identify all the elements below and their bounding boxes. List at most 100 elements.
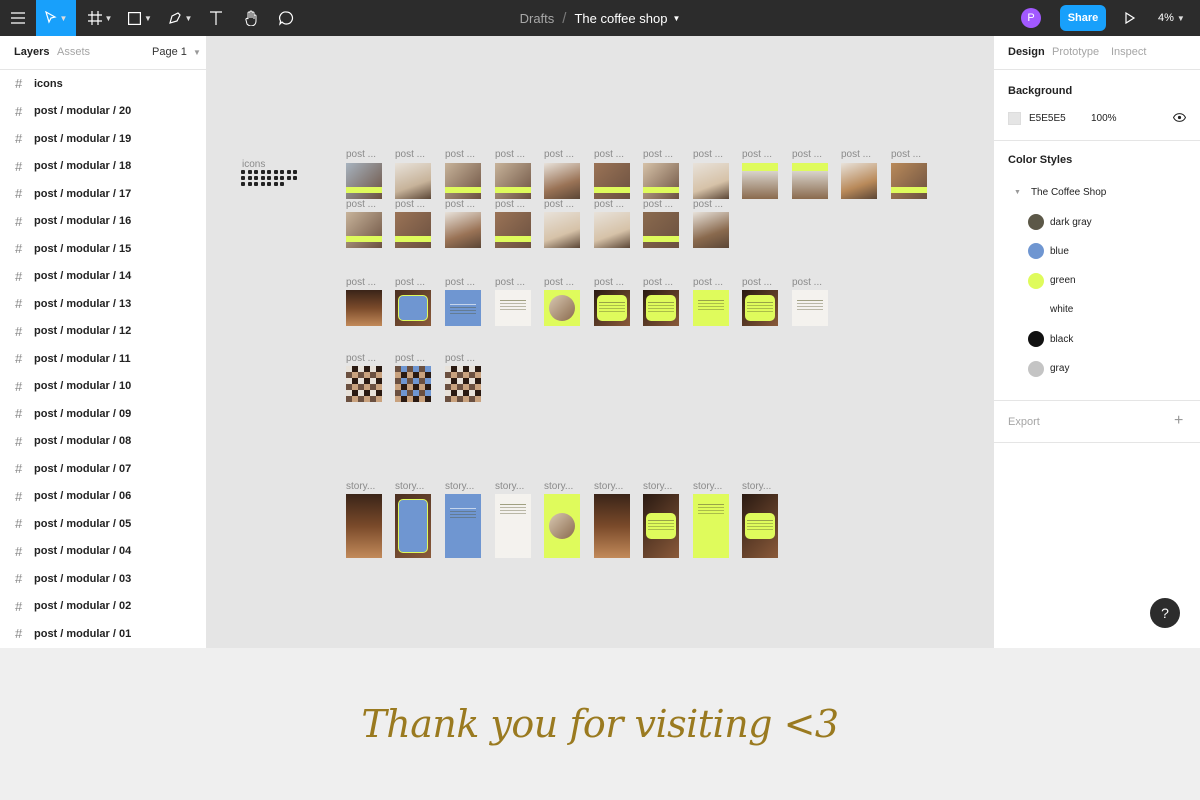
frame-label[interactable]: post ...: [346, 199, 376, 210]
frame-label[interactable]: post ...: [742, 277, 772, 288]
layer-item[interactable]: # post / modular / 09: [0, 400, 206, 428]
color-style-item[interactable]: gray: [1028, 360, 1069, 377]
frame-thumbnail[interactable]: [544, 212, 580, 248]
tab-design[interactable]: Design: [1008, 46, 1045, 58]
frame-thumbnail[interactable]: [693, 290, 729, 326]
frame-thumbnail[interactable]: [445, 494, 481, 558]
avatar[interactable]: P: [1021, 8, 1041, 28]
layer-item[interactable]: # post / modular / 12: [0, 318, 206, 346]
frame-label[interactable]: post ...: [594, 277, 624, 288]
frame-label[interactable]: post ...: [495, 277, 525, 288]
frame-label[interactable]: story...: [594, 481, 623, 492]
frame-tool-button[interactable]: ▼: [84, 0, 116, 36]
breadcrumb-drafts[interactable]: Drafts: [520, 11, 555, 26]
frame-label[interactable]: post ...: [841, 149, 871, 160]
frame-thumbnail[interactable]: [693, 494, 729, 558]
frame-thumbnail[interactable]: [643, 163, 679, 199]
frame-thumbnail[interactable]: [643, 212, 679, 248]
layer-item[interactable]: # post / modular / 19: [0, 125, 206, 153]
frame-thumbnail[interactable]: [594, 290, 630, 326]
frame-label[interactable]: post ...: [693, 199, 723, 210]
frame-label[interactable]: post ...: [742, 149, 772, 160]
layer-item[interactable]: # post / modular / 03: [0, 565, 206, 593]
layer-item[interactable]: # post / modular / 04: [0, 538, 206, 566]
frame-label[interactable]: post ...: [495, 149, 525, 160]
frame-label[interactable]: post ...: [495, 199, 525, 210]
background-swatch[interactable]: [1008, 112, 1021, 125]
frame-thumbnail[interactable]: [445, 212, 481, 248]
frame-thumbnail[interactable]: [544, 494, 580, 558]
frame-thumbnail[interactable]: [792, 290, 828, 326]
frame-label[interactable]: story...: [346, 481, 375, 492]
frame-label[interactable]: post ...: [891, 149, 921, 160]
frame-label[interactable]: story...: [643, 481, 672, 492]
frame-label[interactable]: post ...: [594, 199, 624, 210]
page-selector[interactable]: Page 1 ▼: [152, 46, 201, 58]
layer-item[interactable]: # post / modular / 05: [0, 510, 206, 538]
frame-label[interactable]: post ...: [395, 149, 425, 160]
shape-tool-button[interactable]: ▼: [124, 0, 156, 36]
layer-item[interactable]: # post / modular / 15: [0, 235, 206, 263]
frame-thumbnail[interactable]: [594, 163, 630, 199]
frame-thumbnail[interactable]: [643, 494, 679, 558]
frame-thumbnail[interactable]: [445, 366, 481, 402]
frame-label[interactable]: story...: [445, 481, 474, 492]
frame-thumbnail[interactable]: [693, 163, 729, 199]
eye-icon[interactable]: [1173, 113, 1186, 122]
frame-thumbnail[interactable]: [395, 366, 431, 402]
tab-layers[interactable]: Layers: [14, 46, 49, 58]
layer-item[interactable]: # post / modular / 18: [0, 153, 206, 181]
frame-thumbnail[interactable]: [544, 163, 580, 199]
frame-label[interactable]: post ...: [693, 149, 723, 160]
frame-label[interactable]: post ...: [445, 199, 475, 210]
chevron-down-icon[interactable]: ▼: [672, 14, 680, 23]
frame-thumbnail[interactable]: [841, 163, 877, 199]
layer-item[interactable]: # post / modular / 14: [0, 263, 206, 291]
frame-label[interactable]: post ...: [346, 353, 376, 364]
hand-tool-button[interactable]: [238, 0, 264, 36]
frame-label[interactable]: post ...: [643, 277, 673, 288]
frame-thumbnail[interactable]: [445, 290, 481, 326]
frame-label[interactable]: post ...: [346, 277, 376, 288]
color-style-item[interactable]: dark gray: [1028, 214, 1092, 230]
main-menu-button[interactable]: [0, 0, 36, 36]
tab-inspect[interactable]: Inspect: [1111, 46, 1146, 58]
frame-thumbnail[interactable]: [891, 163, 927, 199]
file-name[interactable]: The coffee shop: [574, 11, 667, 26]
move-tool-button[interactable]: ▼: [36, 0, 76, 36]
frame-label[interactable]: post ...: [792, 149, 822, 160]
layer-item[interactable]: # post / modular / 07: [0, 455, 206, 483]
frame-thumbnail[interactable]: [792, 163, 828, 199]
frame-thumbnail[interactable]: [643, 290, 679, 326]
color-style-item[interactable]: black: [1028, 331, 1073, 348]
canvas[interactable]: icons post ... post ... post ... post ... po…: [207, 36, 993, 648]
layer-item[interactable]: # post / modular / 06: [0, 483, 206, 511]
frame-label[interactable]: post ...: [544, 277, 574, 288]
frame-label[interactable]: story...: [495, 481, 524, 492]
frame-label[interactable]: post ...: [643, 149, 673, 160]
frame-thumbnail[interactable]: [594, 212, 630, 248]
frame-label[interactable]: post ...: [445, 353, 475, 364]
color-style-group[interactable]: ▼ The Coffee Shop: [1014, 187, 1106, 198]
background-hex[interactable]: E5E5E5: [1029, 113, 1066, 124]
zoom-dropdown[interactable]: 4% ▼: [1158, 0, 1185, 36]
frame-label[interactable]: post ...: [643, 199, 673, 210]
frame-thumbnail[interactable]: [495, 494, 531, 558]
pen-tool-button[interactable]: ▼: [164, 0, 196, 36]
share-button[interactable]: Share: [1060, 5, 1106, 31]
color-style-item[interactable]: green: [1028, 272, 1076, 289]
frame-label[interactable]: post ...: [395, 199, 425, 210]
color-style-item[interactable]: blue: [1028, 243, 1069, 260]
frame-label[interactable]: post ...: [395, 277, 425, 288]
frame-thumbnail[interactable]: [495, 163, 531, 199]
help-button[interactable]: ?: [1150, 598, 1180, 628]
layer-item[interactable]: # post / modular / 08: [0, 428, 206, 456]
frame-thumbnail[interactable]: [495, 290, 531, 326]
frame-label[interactable]: post ...: [594, 149, 624, 160]
play-icon[interactable]: [1120, 9, 1138, 27]
frame-label[interactable]: story...: [544, 481, 573, 492]
frame-label-icons[interactable]: icons: [242, 159, 265, 170]
layer-item[interactable]: # post / modular / 10: [0, 373, 206, 401]
layer-item[interactable]: # post / modular / 02: [0, 593, 206, 621]
frame-label[interactable]: post ...: [544, 149, 574, 160]
